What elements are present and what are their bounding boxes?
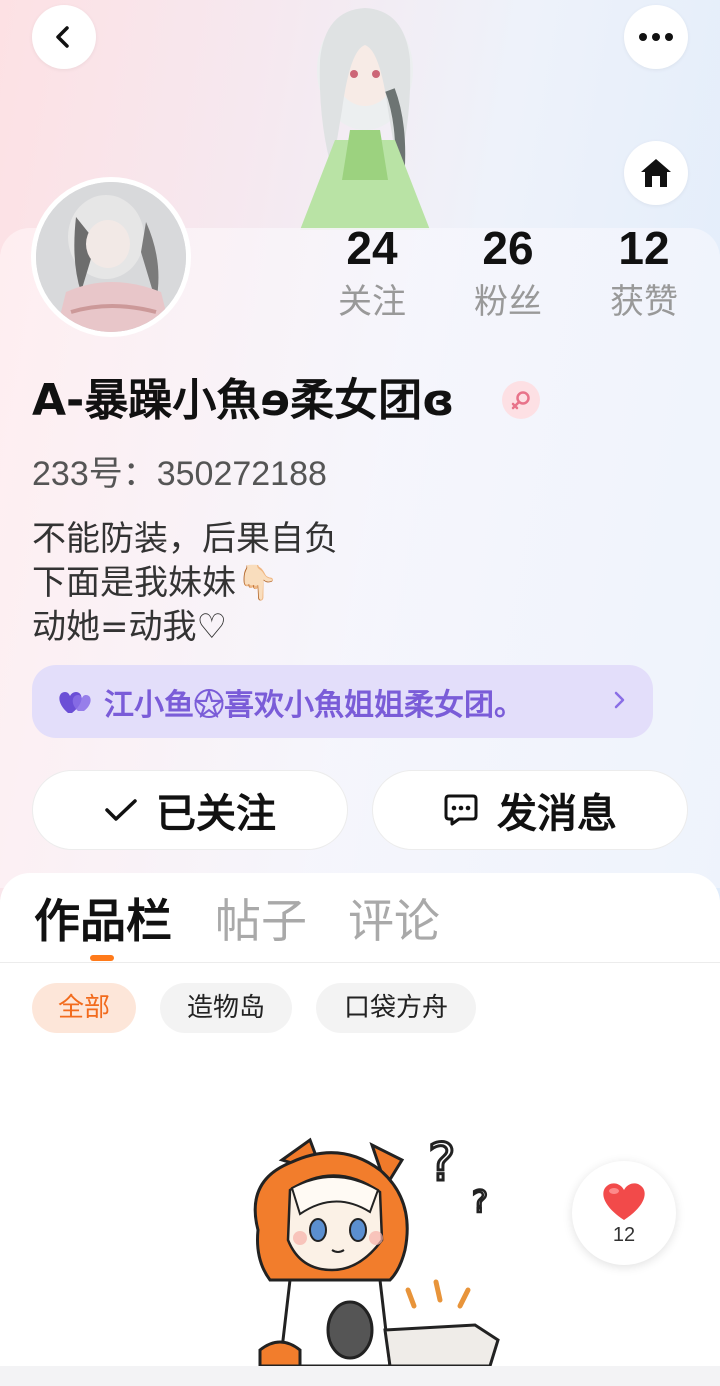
checkmark-icon [105, 799, 137, 821]
tab-active-indicator [90, 955, 114, 961]
message-label: 发消息 [497, 791, 617, 837]
heart-icon [603, 1182, 645, 1220]
stat-likes[interactable]: 12 获赞 [589, 222, 699, 322]
likes-label: 获赞 [610, 282, 678, 322]
message-button[interactable]: 发消息 [372, 770, 688, 850]
nickname: A-暴躁小魚ɘ柔女团ɞ [32, 375, 455, 426]
chevron-right-icon [614, 691, 625, 709]
bottom-bar [0, 1366, 720, 1386]
like-count: 12 [612, 1223, 636, 1246]
followers-count: 26 [482, 222, 534, 274]
more-button[interactable] [624, 5, 688, 69]
avatar-image [36, 182, 186, 332]
like-floating-button[interactable]: 12 [572, 1161, 676, 1265]
tab-posts[interactable]: 帖子 [215, 893, 307, 949]
following-label: 关注 [338, 282, 406, 322]
bio-line: 动她=动我♡ [32, 607, 227, 647]
stat-following[interactable]: 24 关注 [317, 222, 427, 322]
user-id: 233号：350272188 [32, 455, 327, 493]
follow-button[interactable]: 已关注 [32, 770, 348, 850]
stat-followers[interactable]: 26 粉丝 [453, 222, 563, 322]
tab-divider [0, 962, 720, 963]
home-icon [641, 159, 671, 187]
tab-comments[interactable]: 评论 [348, 893, 440, 949]
empty-state-mascot-image: ? ? [253, 1132, 500, 1366]
chat-bubble-icon [444, 794, 478, 826]
chevron-left-icon [56, 26, 69, 48]
avatar[interactable] [31, 177, 191, 337]
filter-chip-pocket-ark[interactable]: 口袋方舟 [316, 983, 476, 1033]
svg-text:?: ? [428, 1133, 456, 1193]
followers-label: 粉丝 [474, 282, 542, 322]
bio-line: 下面是我妹妹👇🏻 [32, 563, 279, 603]
back-button[interactable] [32, 5, 96, 69]
banner-character-image [300, 8, 430, 230]
bio-line: 不能防装，后果自负 [32, 519, 338, 559]
female-gender-icon [502, 381, 540, 419]
following-count: 24 [346, 222, 398, 274]
likes-count: 12 [618, 222, 670, 274]
double-heart-icon [59, 691, 91, 713]
follow-label: 已关注 [156, 791, 276, 837]
tab-works[interactable]: 作品栏 [34, 893, 172, 949]
home-button[interactable] [624, 141, 688, 205]
filter-chip-all[interactable]: 全部 [32, 983, 136, 1033]
svg-text:?: ? [472, 1185, 488, 1220]
fan-group-label: 江小鱼☆⃝喜欢小魚姐姐柔女团。 [104, 687, 524, 723]
filter-chip-creation-island[interactable]: 造物岛 [160, 983, 292, 1033]
fan-group-banner[interactable]: 江小鱼☆⃝喜欢小魚姐姐柔女团。 [32, 665, 653, 738]
more-horizontal-icon [639, 33, 673, 41]
